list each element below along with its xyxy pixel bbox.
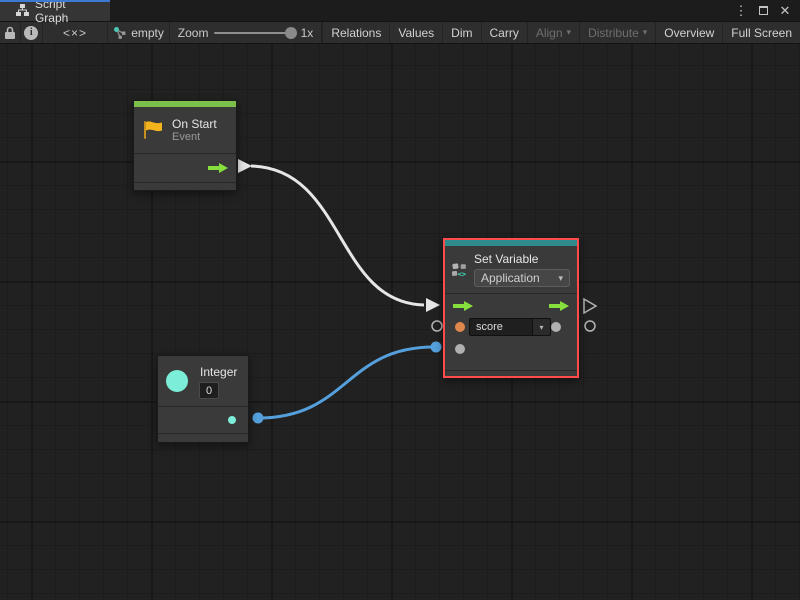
- toolbar-button-group: Relations Values Dim Carry Align▾ Distri…: [322, 22, 800, 43]
- lock-button[interactable]: [0, 22, 21, 43]
- set-variable-ports: score ▾: [445, 294, 577, 370]
- node-integer[interactable]: Integer 0: [157, 355, 249, 443]
- variable-name-input-port[interactable]: [455, 322, 465, 332]
- set-variable-icon: <>: [452, 257, 467, 283]
- menu-icon: ⋮: [735, 3, 748, 19]
- maximize-icon: [759, 6, 768, 15]
- align-dropdown-button: Align▾: [528, 22, 580, 43]
- flow-input-port[interactable]: [453, 300, 473, 312]
- title-bar: Script Graph ⋮ ✕: [0, 0, 800, 22]
- flow-output-port[interactable]: [549, 300, 569, 312]
- node-title: Integer: [200, 365, 237, 379]
- chevron-down-icon: ▾: [643, 27, 648, 38]
- tab-script-graph[interactable]: Script Graph: [0, 0, 110, 21]
- setvar-flow-output-hint-port[interactable]: [584, 299, 596, 313]
- graph-icon: [16, 4, 29, 17]
- chevron-down-icon: ▾: [558, 273, 563, 284]
- node-footer: [158, 434, 248, 443]
- breadcrumb[interactable]: empty: [108, 22, 169, 43]
- flag-icon: [142, 119, 164, 141]
- flow-wire[interactable]: [251, 166, 424, 305]
- window-controls: ⋮ ✕: [732, 0, 800, 21]
- relations-button[interactable]: Relations: [322, 22, 390, 43]
- node-footer: [134, 183, 236, 192]
- value-output-port[interactable]: [551, 322, 561, 332]
- wire-layer: [0, 44, 800, 600]
- chevron-down-icon: ▾: [567, 27, 572, 38]
- node-set-variable[interactable]: <> Set Variable Application ▾: [443, 238, 579, 378]
- full-screen-button[interactable]: Full Screen: [723, 22, 800, 43]
- integer-output-port[interactable]: [228, 416, 236, 424]
- flow-wire-target-arrow: [426, 298, 440, 312]
- zoom-slider-handle[interactable]: [285, 27, 297, 39]
- setvar-value-output-hint-port[interactable]: [585, 321, 595, 331]
- integer-value-input[interactable]: 0: [199, 382, 219, 399]
- on-start-ports: [134, 154, 236, 182]
- zoom-slider[interactable]: [214, 32, 294, 34]
- on-start-header: On Start Event: [134, 107, 236, 153]
- flow-output-port[interactable]: [208, 162, 228, 174]
- info-icon: i: [24, 26, 38, 40]
- integer-header: Integer 0: [158, 356, 248, 406]
- tab-label: Script Graph: [35, 0, 102, 25]
- values-button[interactable]: Values: [390, 22, 443, 43]
- code-preview-button[interactable]: <×>: [43, 22, 109, 43]
- chevron-down-icon: ▾: [539, 323, 543, 332]
- node-title: Set Variable: [474, 252, 570, 266]
- active-tab-accent: [0, 0, 110, 2]
- value-wire-target-dot: [431, 342, 442, 353]
- graph-canvas[interactable]: On Start Event <>: [0, 44, 800, 600]
- flow-wire-source-arrow: [238, 159, 252, 173]
- carry-button[interactable]: Carry: [482, 22, 528, 43]
- close-icon: ✕: [780, 3, 791, 19]
- setvar-name-input-hint-port[interactable]: [432, 321, 442, 331]
- value-input-port[interactable]: [455, 344, 465, 354]
- zoom-value: 1x: [301, 26, 314, 40]
- variable-name-input[interactable]: score: [470, 319, 532, 335]
- set-variable-header: <> Set Variable Application ▾: [445, 246, 577, 293]
- breadcrumb-label: empty: [131, 26, 164, 40]
- brackets-glyph: <>: [458, 270, 466, 278]
- zoom-control: Zoom 1x: [170, 22, 323, 43]
- script-graph-window: Script Graph ⋮ ✕ i <×>: [0, 0, 800, 600]
- dim-button[interactable]: Dim: [443, 22, 481, 43]
- scope-label: Application: [481, 271, 540, 285]
- variable-name-field-group: score ▾: [469, 318, 551, 336]
- variable-name-picker-button[interactable]: ▾: [532, 319, 550, 335]
- integer-ports: [158, 407, 248, 433]
- distribute-dropdown-button: Distribute▾: [580, 22, 656, 43]
- graph-breadcrumb-icon: [113, 26, 126, 39]
- lock-icon: [4, 26, 16, 40]
- integer-type-icon: [166, 370, 188, 392]
- graph-toolbar: i <×> empty Zoom 1x Relations Values Dim: [0, 22, 800, 44]
- node-on-start[interactable]: On Start Event: [133, 100, 237, 191]
- node-title: On Start: [172, 117, 217, 131]
- node-footer: [445, 371, 577, 379]
- maximize-button[interactable]: [754, 2, 772, 20]
- value-wire[interactable]: [258, 347, 434, 418]
- value-wire-source-dot: [253, 413, 264, 424]
- overview-button[interactable]: Overview: [656, 22, 723, 43]
- code-icon: <×>: [63, 26, 87, 40]
- info-button[interactable]: i: [21, 22, 43, 43]
- node-subtitle: Event: [172, 131, 217, 143]
- zoom-label: Zoom: [178, 26, 209, 40]
- close-button[interactable]: ✕: [776, 2, 794, 20]
- variable-scope-dropdown[interactable]: Application ▾: [474, 269, 570, 287]
- window-menu-button[interactable]: ⋮: [732, 2, 750, 20]
